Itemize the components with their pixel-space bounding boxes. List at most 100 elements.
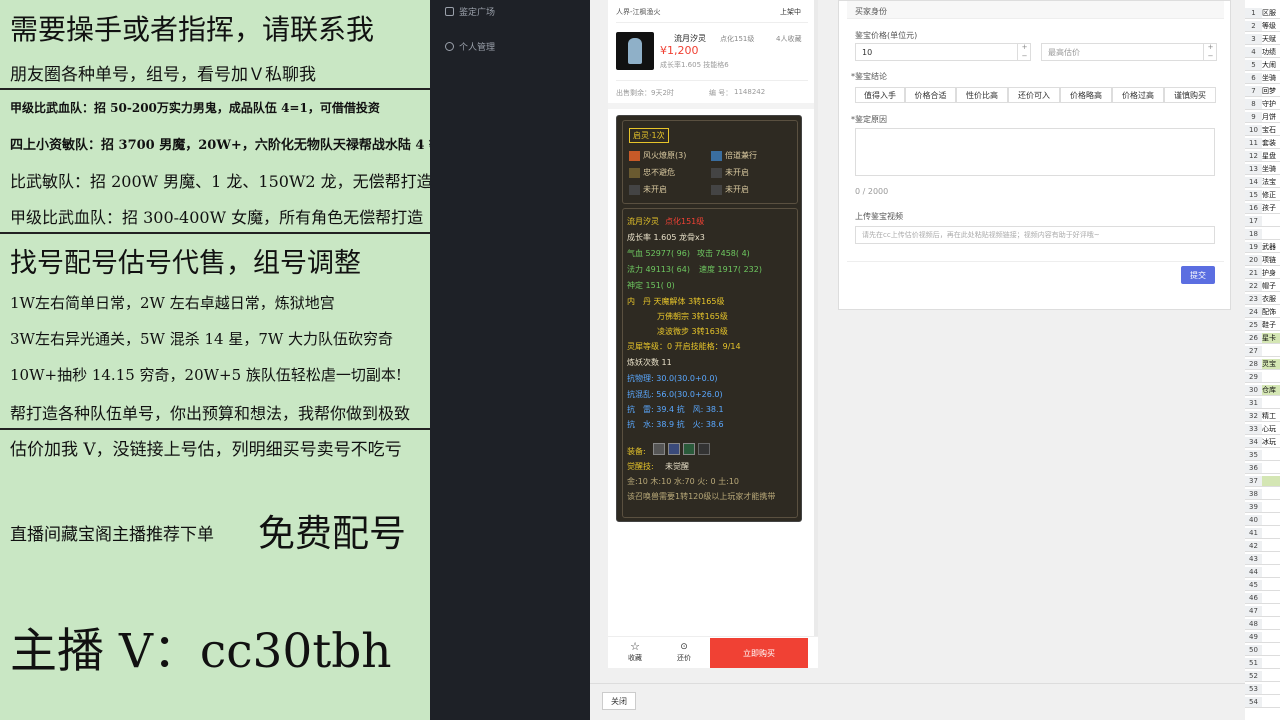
sheet-cell[interactable]: 大闹	[1262, 60, 1280, 71]
sheet-row[interactable]: 11 套装	[1245, 138, 1280, 149]
equip-slot-icon[interactable]	[653, 443, 665, 455]
sheet-row[interactable]: 20 项链	[1245, 255, 1280, 266]
submit-button[interactable]: 提交	[1181, 266, 1215, 284]
sheet-row[interactable]: 13 坐骑	[1245, 164, 1280, 175]
sheet-cell[interactable]	[1262, 606, 1280, 617]
sheet-cell[interactable]	[1262, 580, 1280, 591]
sheet-cell[interactable]: 等级	[1262, 21, 1280, 32]
sheet-cell[interactable]	[1262, 593, 1280, 604]
sheet-row[interactable]: 28 灵宝	[1245, 359, 1280, 370]
sheet-row[interactable]: 47	[1245, 606, 1280, 617]
scrollbar[interactable]	[814, 0, 818, 668]
sheet-row[interactable]: 1 区服	[1245, 8, 1280, 19]
sheet-cell[interactable]	[1262, 515, 1280, 526]
video-link-input[interactable]: 请先在cc上传估价视频后，再在此处粘贴视频链接；视频内容有助于好评哦~	[855, 226, 1215, 244]
bargain-button[interactable]: ⊙ 还价	[671, 641, 697, 663]
sheet-row[interactable]: 6 坐骑	[1245, 73, 1280, 84]
sheet-row[interactable]: 15 修正	[1245, 190, 1280, 201]
sheet-cell[interactable]: 星卡	[1262, 333, 1280, 344]
sheet-row[interactable]: 41	[1245, 528, 1280, 539]
sheet-row[interactable]: 54	[1245, 697, 1280, 708]
nav-item-personal[interactable]: 个人管理	[445, 40, 495, 53]
sheet-row[interactable]: 38	[1245, 489, 1280, 500]
sheet-cell[interactable]: 区服	[1262, 8, 1280, 19]
sheet-cell[interactable]	[1262, 632, 1280, 643]
sheet-row[interactable]: 19 武器	[1245, 242, 1280, 253]
sheet-row[interactable]: 8 守护	[1245, 99, 1280, 110]
sheet-cell[interactable]: 项链	[1262, 255, 1280, 266]
sheet-row[interactable]: 44	[1245, 567, 1280, 578]
sheet-cell[interactable]: 配饰	[1262, 307, 1280, 318]
sheet-cell[interactable]: 宝石	[1262, 125, 1280, 136]
verdict-tag[interactable]: 价格略高	[1060, 87, 1112, 103]
sheet-cell[interactable]	[1262, 645, 1280, 656]
sheet-row[interactable]: 39	[1245, 502, 1280, 513]
sheet-cell[interactable]	[1262, 476, 1280, 487]
verdict-tag[interactable]: 谨慎购买	[1164, 87, 1216, 103]
sheet-row[interactable]: 51	[1245, 658, 1280, 669]
sheet-cell[interactable]	[1262, 216, 1280, 227]
sheet-cell[interactable]: 鞋子	[1262, 320, 1280, 331]
sheet-cell[interactable]: 坐骑	[1262, 164, 1280, 175]
sheet-cell[interactable]	[1262, 554, 1280, 565]
sheet-cell[interactable]: 套装	[1262, 138, 1280, 149]
sheet-row[interactable]: 12 星盘	[1245, 151, 1280, 162]
sheet-row[interactable]: 50	[1245, 645, 1280, 656]
sheet-row[interactable]: 26 星卡	[1245, 333, 1280, 344]
sheet-row[interactable]: 42	[1245, 541, 1280, 552]
sheet-row[interactable]: 16 孩子	[1245, 203, 1280, 214]
sheet-row[interactable]: 53	[1245, 684, 1280, 695]
sheet-cell[interactable]	[1262, 619, 1280, 630]
sheet-cell[interactable]: 守护	[1262, 99, 1280, 110]
sheet-row[interactable]: 52	[1245, 671, 1280, 682]
sheet-row[interactable]: 46	[1245, 593, 1280, 604]
reason-textarea[interactable]	[855, 128, 1215, 176]
equip-slot-icon[interactable]	[683, 443, 695, 455]
verdict-tag[interactable]: 性价比高	[956, 87, 1008, 103]
sheet-row[interactable]: 49	[1245, 632, 1280, 643]
sheet-cell[interactable]: 法宝	[1262, 177, 1280, 188]
sheet-row[interactable]: 35	[1245, 450, 1280, 461]
sheet-cell[interactable]: 武器	[1262, 242, 1280, 253]
sheet-row[interactable]: 29	[1245, 372, 1280, 383]
sheet-cell[interactable]: 功绩	[1262, 47, 1280, 58]
sheet-row[interactable]: 45	[1245, 580, 1280, 591]
sheet-row[interactable]: 18	[1245, 229, 1280, 240]
sheet-cell[interactable]: 孩子	[1262, 203, 1280, 214]
sheet-row[interactable]: 37	[1245, 476, 1280, 487]
sheet-row[interactable]: 25 鞋子	[1245, 320, 1280, 331]
sheet-cell[interactable]: 心玩	[1262, 424, 1280, 435]
sheet-row[interactable]: 48	[1245, 619, 1280, 630]
sheet-cell[interactable]: 仓库	[1262, 385, 1280, 396]
sheet-cell[interactable]: 冰玩	[1262, 437, 1280, 448]
sheet-row[interactable]: 34 冰玩	[1245, 437, 1280, 448]
sheet-cell[interactable]	[1262, 372, 1280, 383]
sheet-row[interactable]: 43	[1245, 554, 1280, 565]
price-input[interactable]: 10	[855, 43, 1031, 61]
sheet-cell[interactable]	[1262, 541, 1280, 552]
sheet-row[interactable]: 7 回梦	[1245, 86, 1280, 97]
sheet-cell[interactable]	[1262, 229, 1280, 240]
sheet-row[interactable]: 22 帽子	[1245, 281, 1280, 292]
sheet-cell[interactable]	[1262, 684, 1280, 695]
verdict-tag[interactable]: 价格合适	[905, 87, 956, 103]
sheet-cell[interactable]: 护身	[1262, 268, 1280, 279]
sheet-row[interactable]: 5 大闹	[1245, 60, 1280, 71]
verdict-tag[interactable]: 价格过高	[1112, 87, 1164, 103]
sheet-row[interactable]: 27	[1245, 346, 1280, 357]
sheet-row[interactable]: 17	[1245, 216, 1280, 227]
sheet-row[interactable]: 14 法宝	[1245, 177, 1280, 188]
equip-slot-icon[interactable]	[698, 443, 710, 455]
sheet-cell[interactable]: 衣服	[1262, 294, 1280, 305]
fav-button[interactable]: ☆ 收藏	[622, 641, 648, 663]
sheet-cell[interactable]	[1262, 463, 1280, 474]
sheet-cell[interactable]: 精工	[1262, 411, 1280, 422]
sheet-row[interactable]: 30 仓库	[1245, 385, 1280, 396]
sheet-row[interactable]: 3 天赋	[1245, 34, 1280, 45]
sheet-cell[interactable]: 回梦	[1262, 86, 1280, 97]
close-button[interactable]: 关闭	[602, 692, 636, 710]
max-price-input[interactable]: 最高估价	[1041, 43, 1217, 61]
sheet-row[interactable]: 9 月饼	[1245, 112, 1280, 123]
sheet-cell[interactable]: 坐骑	[1262, 73, 1280, 84]
sheet-cell[interactable]	[1262, 671, 1280, 682]
